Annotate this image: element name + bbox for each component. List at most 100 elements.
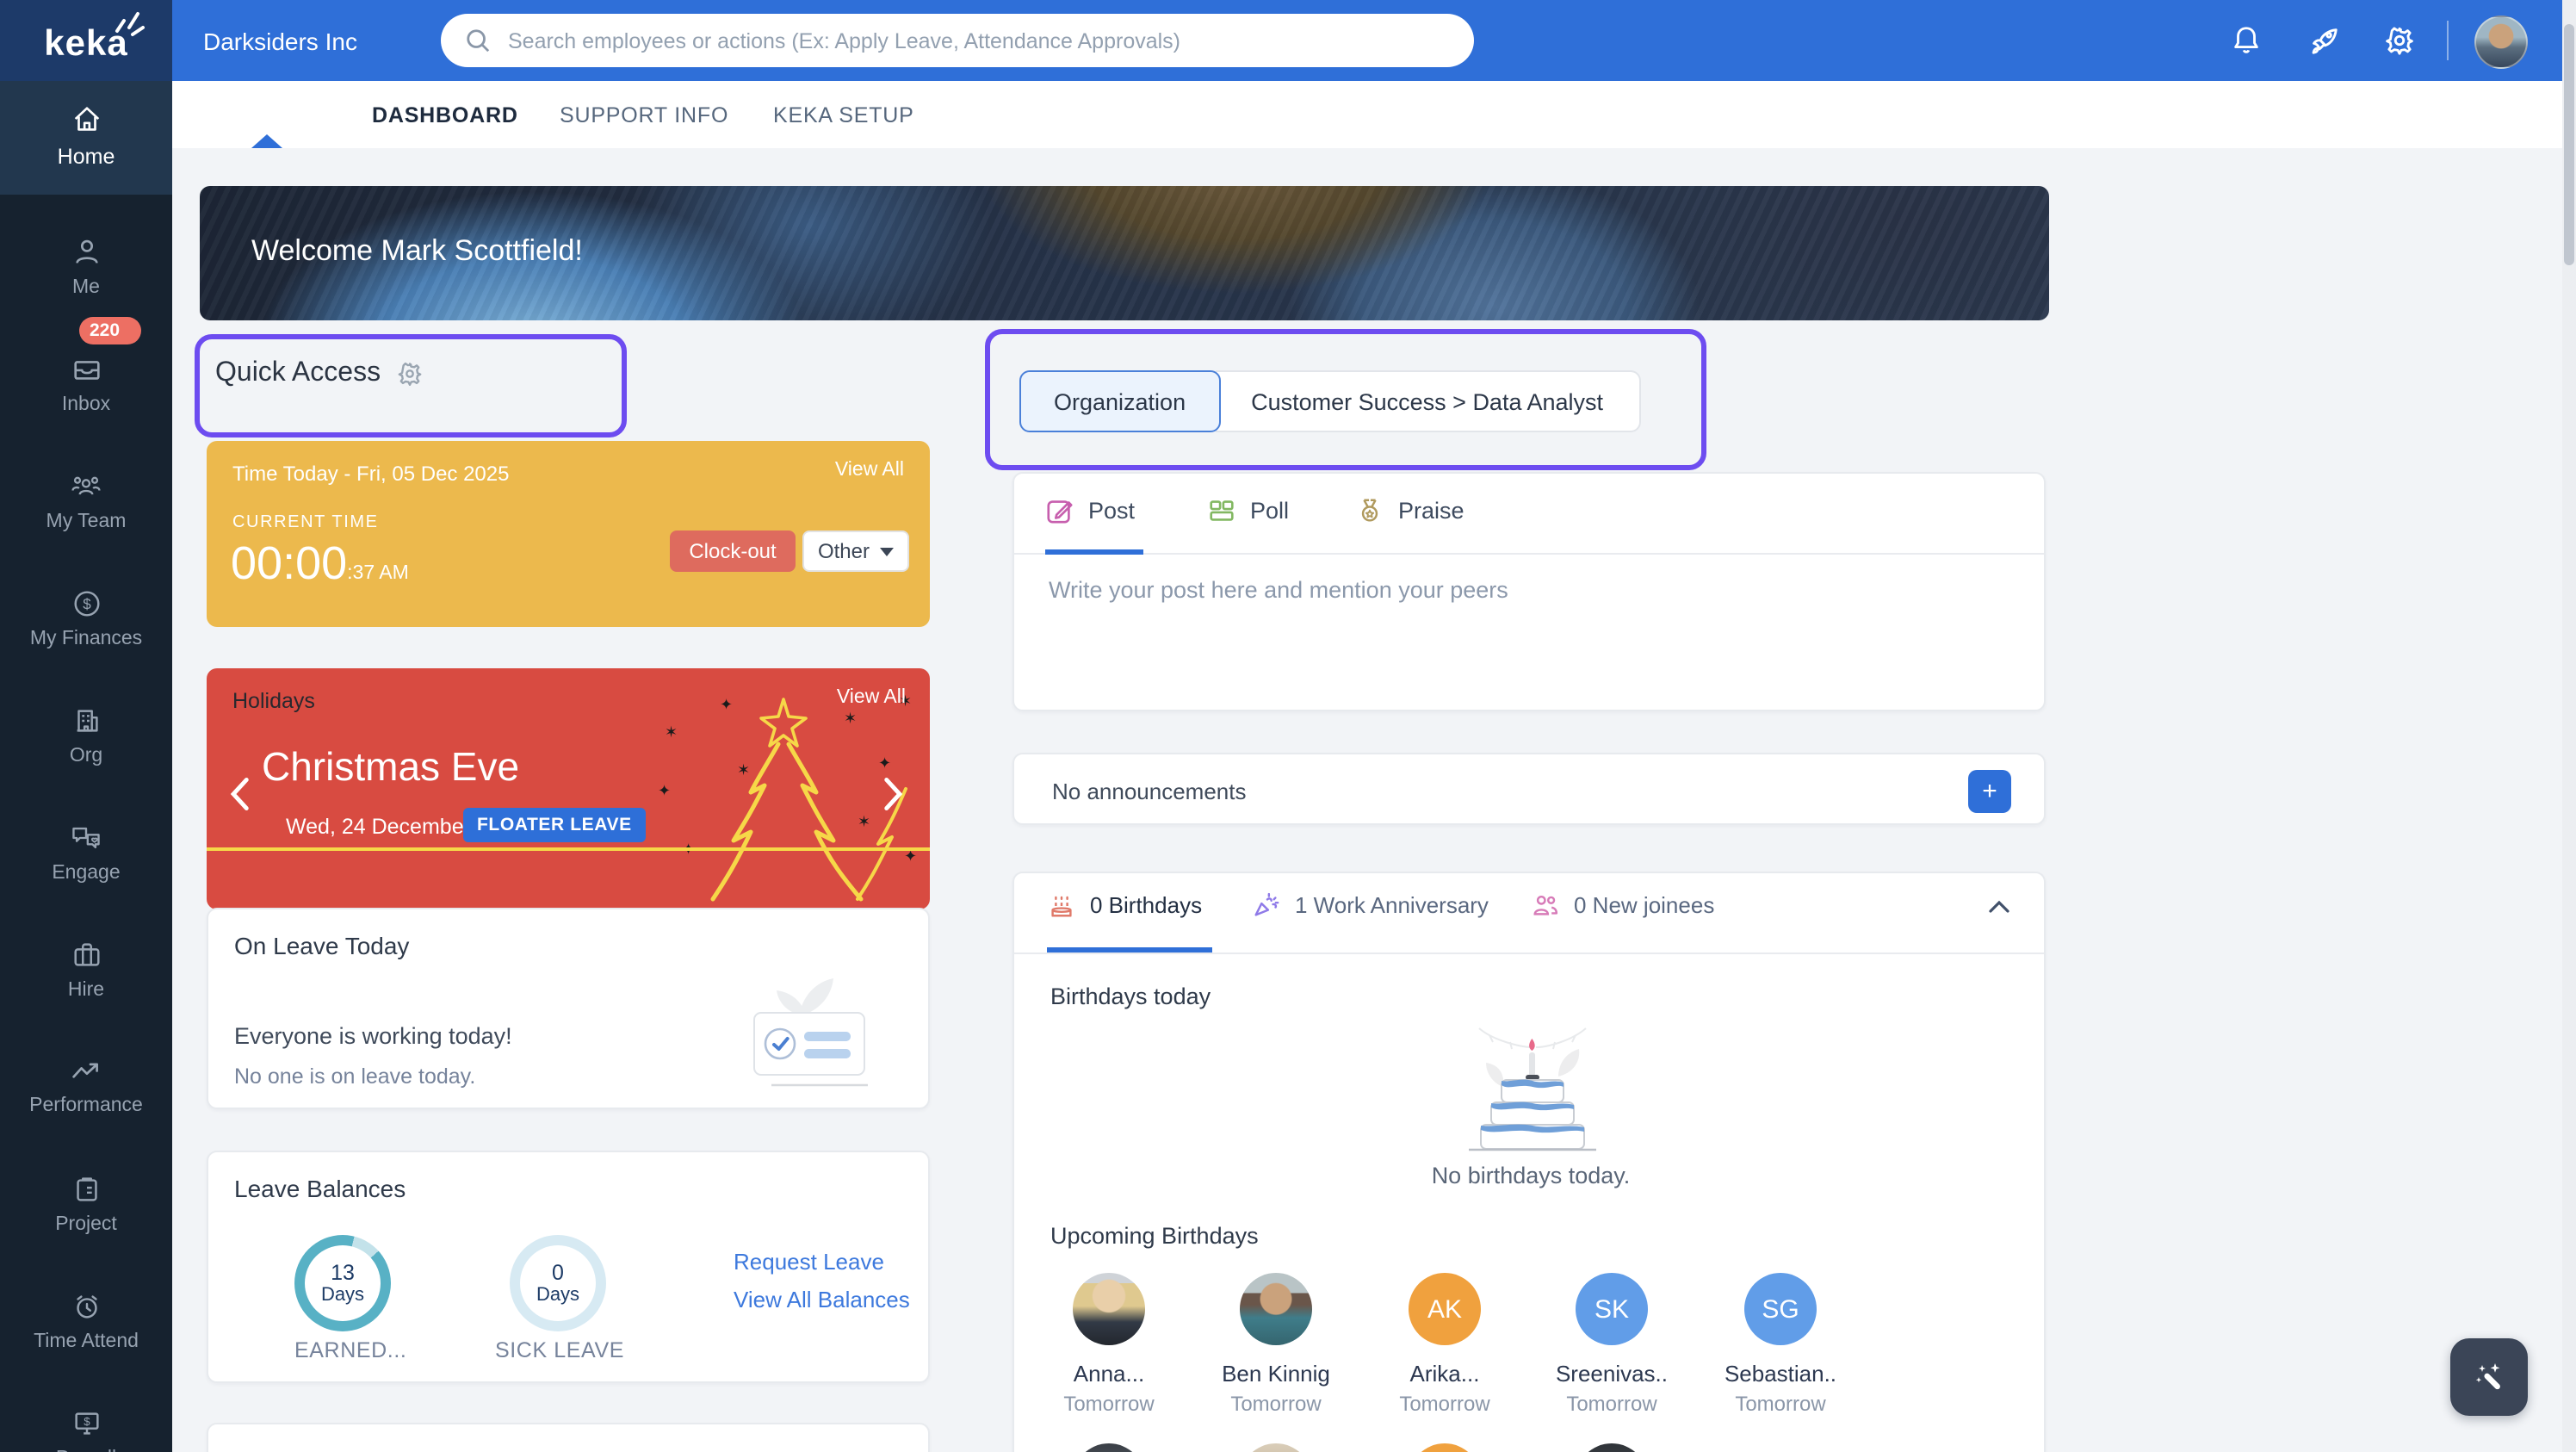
- post-composer-card: Post Poll Praise: [1012, 472, 2046, 711]
- composer-tab-praise[interactable]: Praise: [1355, 496, 1464, 525]
- tab-support-info[interactable]: SUPPORT INFO: [560, 81, 728, 148]
- sidebar-item-engage[interactable]: Engage: [0, 822, 172, 884]
- birthday-cake-icon: [1051, 896, 1072, 917]
- sick-leave-unit: Days: [536, 1285, 580, 1306]
- sidebar-item-me[interactable]: Me: [0, 236, 172, 298]
- scope-tab-team[interactable]: Customer Success > Data Analyst: [1215, 370, 1642, 432]
- earned-leave-donut: 13 Days: [294, 1235, 391, 1331]
- quick-access-gear-icon[interactable]: [396, 360, 424, 388]
- holidays-title: Holidays: [232, 689, 315, 713]
- quick-access-title: Quick Access: [215, 358, 381, 388]
- holidays-view-all-link[interactable]: View All: [837, 687, 906, 708]
- birthday-person[interactable]: Ben Kinnig Tomorrow: [1204, 1273, 1348, 1416]
- welcome-banner: Welcome Mark Scottfield!: [200, 186, 2049, 320]
- request-leave-link[interactable]: Request Leave: [734, 1249, 884, 1275]
- holiday-next-chevron-icon[interactable]: [882, 775, 906, 813]
- person-name: Anna...: [1073, 1361, 1145, 1387]
- inbox-count-badge: 220: [79, 317, 141, 344]
- birthdays-today-title: Birthdays today: [1050, 984, 1211, 1009]
- person-name: Arika...: [1409, 1361, 1480, 1387]
- magic-wand-button[interactable]: [2450, 1338, 2528, 1416]
- avatar[interactable]: [1073, 1443, 1145, 1452]
- sidebar-item-hire[interactable]: Hire: [0, 939, 172, 1001]
- sidebar-item-label: Me: [72, 277, 100, 298]
- birthday-person[interactable]: Anna... Tomorrow: [1037, 1273, 1181, 1416]
- post-input[interactable]: [1045, 574, 2016, 701]
- sidebar-item-my-team[interactable]: My Team: [0, 470, 172, 532]
- events-tab-new-joinees[interactable]: 0 New joinees: [1531, 890, 1714, 920]
- collapse-chevron-up-icon[interactable]: [1985, 894, 2013, 921]
- sidebar-item-label: My Finances: [29, 629, 143, 649]
- sidebar-item-label: Inbox: [61, 394, 111, 415]
- birthday-person[interactable]: SK Sreenivas.. Tomorrow: [1539, 1273, 1684, 1416]
- magic-wand-icon: [2474, 1362, 2499, 1389]
- avatar-initials: SK: [1576, 1273, 1648, 1345]
- sidebar-item-inbox[interactable]: Inbox: [0, 353, 172, 415]
- svg-text:$: $: [83, 1415, 90, 1428]
- current-time-label: CURRENT TIME: [232, 513, 379, 532]
- page-scrollbar[interactable]: [2562, 0, 2576, 1452]
- sidebar-item-performance[interactable]: Performance: [0, 1056, 172, 1116]
- search-input[interactable]: [505, 27, 1474, 54]
- rocket-icon[interactable]: [2307, 24, 2340, 57]
- global-search[interactable]: [441, 14, 1474, 67]
- sidebar-item-label: Project: [55, 1214, 117, 1235]
- add-announcement-button[interactable]: +: [1968, 770, 2011, 813]
- birthday-person[interactable]: SG Sebastian.. Tomorrow: [1708, 1273, 1853, 1416]
- keka-logo[interactable]: keka: [0, 0, 172, 81]
- user-avatar[interactable]: [2474, 16, 2528, 69]
- composer-active-underline: [1045, 549, 1143, 555]
- svg-text:$: $: [82, 596, 90, 612]
- clipboard-icon: [0, 1173, 172, 1206]
- settings-gear-icon[interactable]: [2383, 24, 2416, 57]
- view-all-balances-link[interactable]: View All Balances: [734, 1287, 910, 1312]
- on-leave-today-card: On Leave Today Everyone is working today…: [207, 908, 930, 1109]
- avatar[interactable]: [1240, 1443, 1312, 1452]
- sidebar-item-org[interactable]: Org: [0, 704, 172, 766]
- events-tab-birthdays[interactable]: 0 Birthdays: [1047, 890, 1202, 920]
- avatar[interactable]: [1409, 1443, 1481, 1452]
- dollar-circle-icon: $: [0, 587, 172, 620]
- tab-dashboard[interactable]: DASHBOARD: [372, 81, 518, 148]
- sidebar-item-project[interactable]: Project: [0, 1173, 172, 1235]
- on-leave-title: On Leave Today: [234, 932, 410, 959]
- keka-dashboard-app: keka Darksiders Inc Search employees or …: [0, 0, 2576, 1452]
- sidebar-item-label: Time Attend: [34, 1331, 139, 1352]
- earned-leave-unit: Days: [320, 1285, 365, 1306]
- events-divider: [1014, 952, 2044, 954]
- composer-tab-poll[interactable]: Poll: [1207, 496, 1289, 525]
- no-birthdays-text: No birthdays today.: [1431, 1163, 1631, 1188]
- avatar-initials: AK: [1409, 1273, 1481, 1345]
- topbar-divider: [2447, 21, 2449, 60]
- active-tab-pointer: [251, 134, 282, 148]
- holidays-card: ✶✦✶ ✦✦✶ ✶✦✶✦ Holidays View All Christmas…: [207, 668, 930, 909]
- sidebar-item-payroll[interactable]: $ Payroll: [0, 1407, 172, 1452]
- sidebar-item-home[interactable]: Home: [0, 81, 172, 195]
- announcements-card: No announcements +: [1012, 753, 2046, 825]
- chevron-down-icon: [880, 547, 894, 555]
- birthday-person[interactable]: AK Arika... Tomorrow: [1372, 1273, 1517, 1416]
- time-view-all-link[interactable]: View All: [835, 460, 904, 481]
- on-leave-illustration: [753, 978, 868, 1087]
- tab-keka-setup[interactable]: KEKA SETUP: [773, 81, 914, 148]
- time-today-card: Time Today - Fri, 05 Dec 2025 View All C…: [207, 441, 930, 627]
- avatar[interactable]: [1576, 1443, 1648, 1452]
- chat-bubbles-icon: [0, 822, 172, 854]
- team-icon: [0, 470, 172, 503]
- scope-tab-organization[interactable]: Organization: [1019, 370, 1221, 432]
- sidebar-item-time-attend[interactable]: Time Attend: [0, 1290, 172, 1352]
- person-date: Tomorrow: [1230, 1392, 1322, 1416]
- holiday-prev-chevron-icon[interactable]: [227, 775, 251, 813]
- earned-leave-value: 13: [331, 1261, 355, 1285]
- composer-tab-post[interactable]: Post: [1045, 496, 1135, 525]
- welcome-message: Welcome Mark Scottfield!: [251, 234, 583, 267]
- page-tabs: DASHBOARD SUPPORT INFO KEKA SETUP: [172, 81, 2576, 150]
- other-dropdown-button[interactable]: Other: [802, 531, 909, 572]
- sidebar: Home Me Inbox 220 My Team $ My Finances …: [0, 81, 172, 1452]
- sidebar-item-my-finances[interactable]: $ My Finances: [0, 587, 172, 649]
- clock-out-button[interactable]: Clock-out: [670, 531, 796, 572]
- notifications-bell-icon[interactable]: [2230, 24, 2263, 57]
- post-pencil-icon: [1047, 500, 1073, 524]
- events-tab-work-anniversary[interactable]: 1 Work Anniversary: [1252, 890, 1489, 920]
- scrollbar-thumb[interactable]: [2564, 24, 2574, 265]
